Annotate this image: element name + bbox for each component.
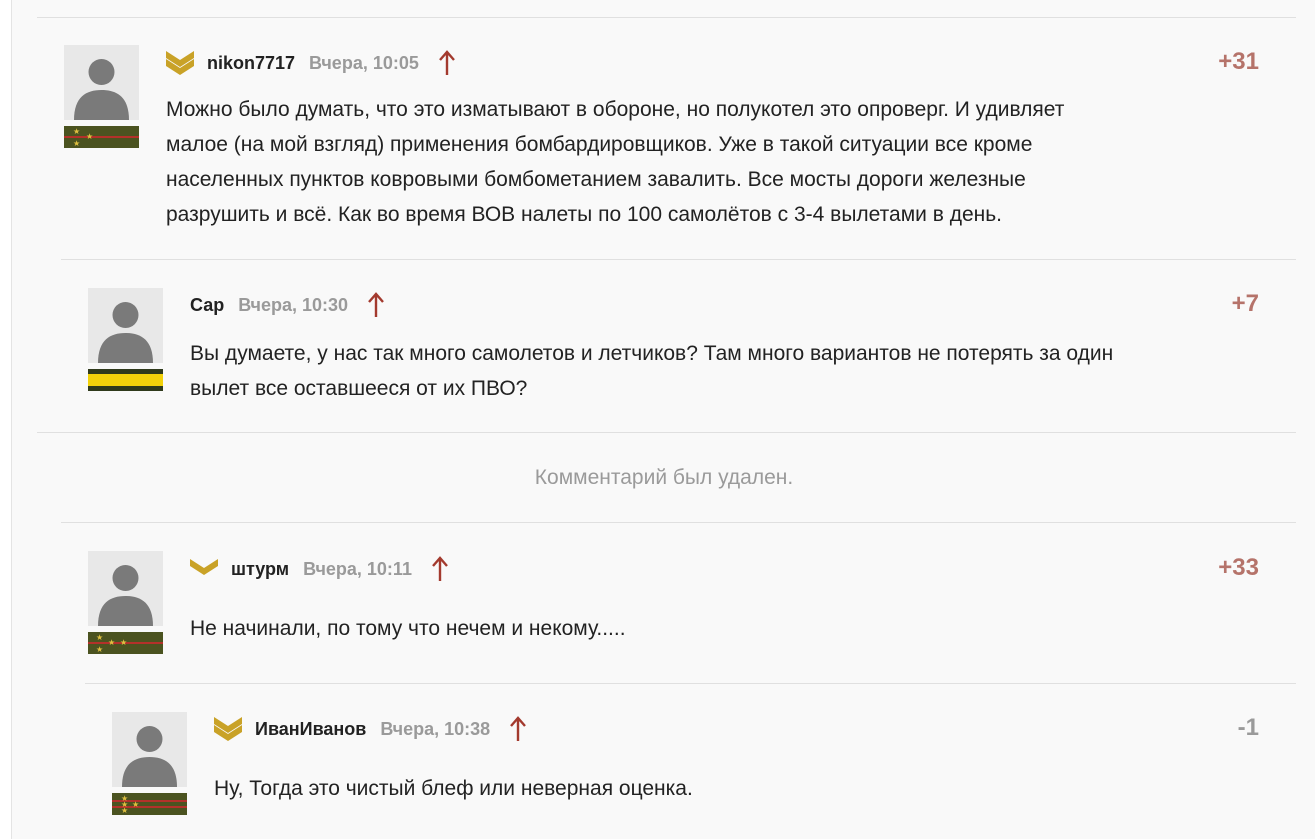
svg-text:★: ★ [73, 127, 80, 136]
comment-text-line: вылет все оставшееся от их ПВО? [190, 377, 528, 400]
comment-text: Ну, Тогда это чистый блеф или неверная о… [214, 771, 1274, 806]
comment-text: Вы думаете, у нас так много самолетов и … [190, 336, 1270, 406]
comment-score: +7 [1231, 290, 1259, 317]
comment-header: штурм Вчера, 10:11 [190, 554, 450, 584]
author-name[interactable]: Сар [190, 295, 224, 316]
avatar[interactable] [88, 551, 163, 626]
comment-score: -1 [1237, 714, 1259, 741]
comment-text-line: Ну, Тогда это чистый блеф или неверная о… [214, 777, 693, 800]
comment-header: Сар Вчера, 10:30 [190, 290, 386, 320]
divider [85, 683, 1296, 684]
avatar[interactable] [112, 712, 187, 787]
comment-score: +31 [1218, 48, 1259, 75]
comment-header: nikon7717 Вчера, 10:05 [166, 48, 457, 78]
rank-chevron-icon [214, 717, 242, 741]
comment-timestamp[interactable]: Вчера, 10:05 [309, 53, 419, 74]
reply-arrow-icon[interactable] [508, 715, 528, 743]
rank-stripe-four-stars-icon: ★ ★ ★ ★ [112, 793, 187, 815]
author-name[interactable]: ИванИванов [255, 719, 366, 740]
user-silhouette-icon [64, 45, 139, 120]
avatar[interactable] [88, 288, 163, 363]
deleted-comment-notice: Комментарий был удален. [534, 466, 794, 489]
divider [61, 522, 1296, 523]
comment: ★ ★ ★ nikon7717 Вчера, 10:05 +31 Можно б… [12, 0, 1315, 260]
comment-timestamp[interactable]: Вчера, 10:38 [380, 719, 490, 740]
divider [37, 432, 1296, 433]
rank-stripe-three-stars-icon: ★ ★ ★ ★ [88, 632, 163, 654]
comment-text: Можно было думать, что это изматывают в … [166, 92, 1246, 232]
rank-stripe-yellow-icon [88, 369, 163, 391]
svg-text:★: ★ [120, 638, 127, 647]
comment-timestamp[interactable]: Вчера, 10:11 [303, 559, 412, 580]
comment-text-line: Не начинали, по тому что нечем и некому.… [190, 617, 626, 640]
avatar[interactable] [64, 45, 139, 120]
svg-text:★: ★ [132, 800, 139, 809]
rank-chevron-icon [190, 557, 218, 581]
comment-text-line: малое (на мой взгляд) применения бомбард… [166, 133, 1033, 156]
comment-thread: ★ ★ ★ nikon7717 Вчера, 10:05 +31 Можно б… [11, 0, 1315, 839]
comment-timestamp[interactable]: Вчера, 10:30 [238, 295, 348, 316]
svg-text:★: ★ [86, 132, 93, 141]
svg-text:★: ★ [121, 800, 128, 809]
author-name[interactable]: штурм [231, 559, 289, 580]
user-silhouette-icon [88, 288, 163, 363]
comment-text-line: Вы думаете, у нас так много самолетов и … [190, 342, 1114, 365]
user-silhouette-icon [88, 551, 163, 626]
reply-arrow-icon[interactable] [366, 291, 386, 319]
author-name[interactable]: nikon7717 [207, 53, 295, 74]
svg-text:★: ★ [108, 638, 115, 647]
divider [61, 259, 1296, 260]
reply-arrow-icon[interactable] [430, 555, 450, 583]
comment-text-line: населенных пунктов ковровыми бомбометани… [166, 168, 1026, 191]
comment-text-line: Можно было думать, что это изматывают в … [166, 98, 1065, 121]
comment-header: ИванИванов Вчера, 10:38 [214, 714, 528, 744]
rank-chevron-icon [166, 51, 194, 75]
svg-text:★: ★ [73, 139, 80, 148]
svg-text:★: ★ [96, 645, 103, 654]
rank-stripe-two-stars-icon: ★ ★ ★ [64, 126, 139, 148]
svg-text:★: ★ [96, 633, 103, 642]
comment-text: Не начинали, по тому что нечем и некому.… [190, 611, 1270, 646]
reply-arrow-icon[interactable] [437, 49, 457, 77]
comment-text-line: разрушить и всё. Как во время ВОВ налеты… [166, 203, 1003, 226]
user-silhouette-icon [112, 712, 187, 787]
comment-score: +33 [1218, 554, 1259, 581]
